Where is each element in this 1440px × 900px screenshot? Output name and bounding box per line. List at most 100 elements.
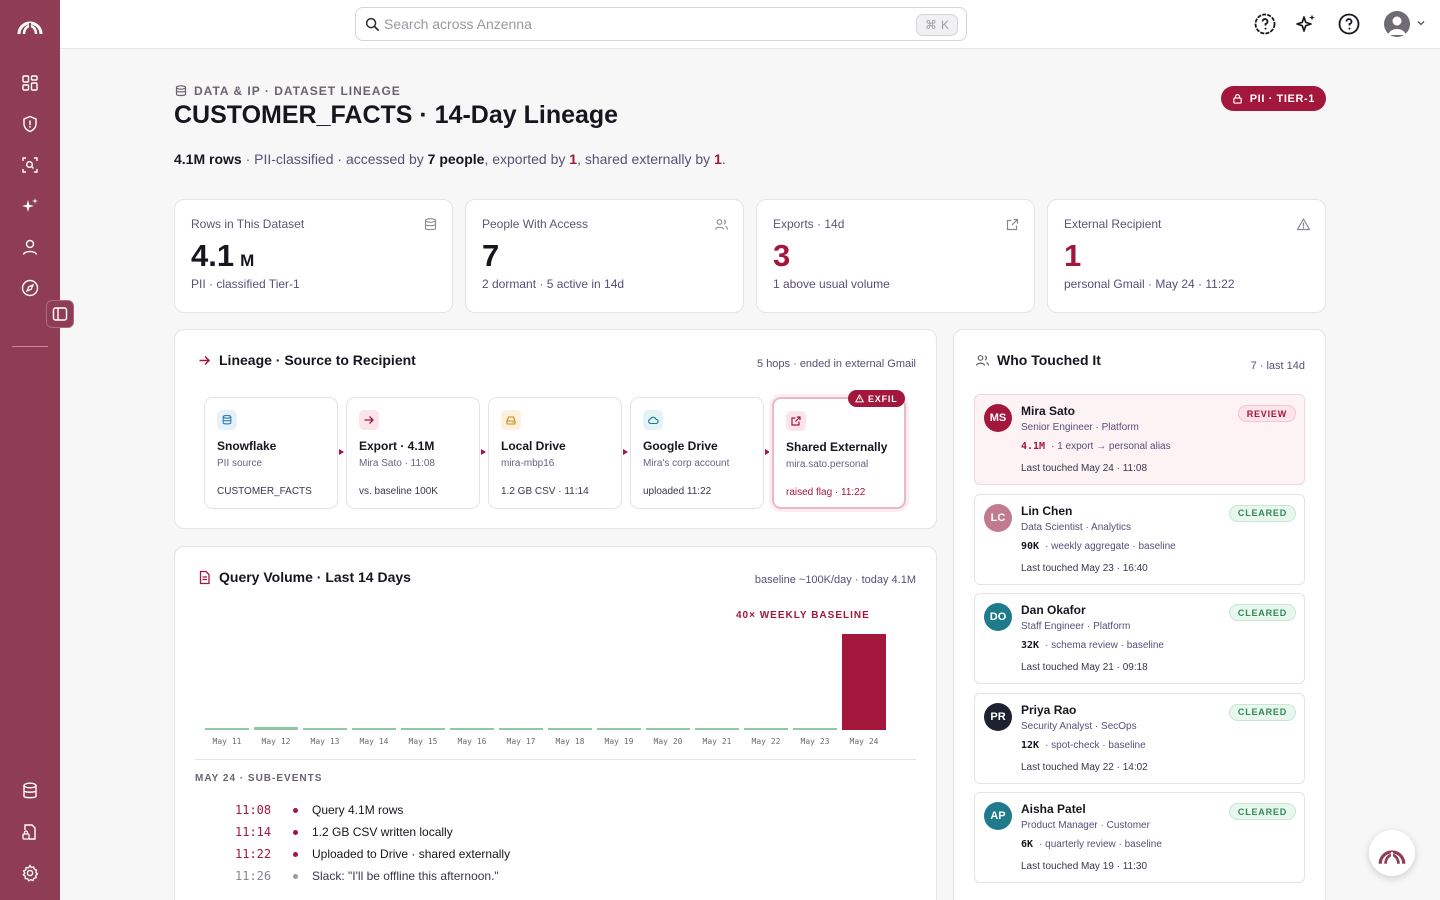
stat-label: Exports · 14d — [773, 217, 845, 231]
sub-event-text: Query 4.1M rows — [312, 803, 404, 817]
chart-bar[interactable] — [646, 728, 690, 730]
database-icon — [175, 85, 187, 97]
chart-bar[interactable] — [352, 728, 396, 730]
lineage-node-snowflake[interactable]: Snowflake PII source CUSTOMER_FACTS — [204, 397, 338, 509]
sub-events-title: MAY 24 · SUB-EVENTS — [195, 773, 323, 784]
node-footer: 1.2 GB CSV · 11:14 — [501, 486, 589, 497]
flow-arrow-icon — [623, 449, 628, 455]
database-icon — [217, 410, 237, 430]
person-card[interactable]: MS Mira Sato Senior Engineer · Platform 4.1… — [974, 394, 1305, 485]
person-card[interactable]: DO Dan Okafor Staff Engineer · Platform 32K… — [974, 593, 1305, 684]
person-last-touched: Last touched May 24 · 11:08 — [1021, 463, 1148, 474]
person-card[interactable]: LC Lin Chen Data Scientist · Analytics 90K ·… — [974, 493, 1305, 585]
person-card[interactable]: PR Priya Rao Security Analyst · SecOps 12K ·… — [974, 692, 1305, 784]
sub-event-text: Uploaded to Drive · shared externally — [312, 847, 511, 861]
anzenna-logo-icon[interactable] — [16, 10, 44, 38]
stat-card-exports[interactable]: Exports · 14d 3 1 above usual volume — [756, 199, 1035, 313]
flow-arrow-icon — [481, 449, 486, 455]
status-badge: CLEARED — [1228, 604, 1296, 621]
help-icon[interactable] — [1337, 12, 1361, 36]
scan-search-icon[interactable] — [20, 155, 40, 175]
chart-bar[interactable] — [254, 727, 298, 730]
person-name[interactable]: Priya Rao — [1021, 703, 1076, 717]
support-icon[interactable] — [1253, 12, 1277, 36]
node-footer: CUSTOMER_FACTS — [217, 486, 312, 497]
node-footer: uploaded 11:22 — [643, 486, 712, 497]
user-icon[interactable] — [20, 237, 40, 257]
lineage-node-google-drive[interactable]: Google Drive Mira's corp account uploade… — [630, 397, 764, 509]
search-input[interactable] — [384, 8, 884, 40]
user-avatar-icon[interactable] — [1384, 11, 1410, 37]
cloud-icon — [643, 410, 663, 430]
chart-bar[interactable] — [205, 728, 249, 730]
chart-bar[interactable] — [695, 728, 739, 730]
stat-value: 4.1 M — [191, 238, 254, 274]
person-name[interactable]: Lin Chen — [1021, 504, 1072, 518]
ai-sparkles-icon[interactable] — [1294, 12, 1318, 36]
sub-event-time: 11:22 — [235, 847, 272, 861]
chevron-down-icon[interactable] — [1415, 16, 1427, 28]
pii-tier-badge-label: PII · TIER-1 — [1249, 92, 1315, 105]
person-activity-detail: · quarterly review · baseline — [1039, 839, 1162, 850]
lineage-title-label: Lineage · Source to Recipient — [219, 352, 416, 368]
lineage-node-export[interactable]: Export · 4.1M Mira Sato · 11:08 vs. base… — [346, 397, 480, 509]
status-badge: CLEARED — [1228, 504, 1296, 522]
panel-left-icon — [52, 307, 68, 321]
sub-event-row: 11:08 Query 4.1M rows — [235, 801, 403, 819]
avatar: DO — [984, 603, 1012, 631]
warning-icon — [855, 394, 864, 403]
dashboard-icon[interactable] — [20, 73, 40, 93]
export-arrow-icon — [359, 410, 379, 430]
lock-file-icon[interactable] — [20, 822, 40, 842]
status-badge: CLEARED — [1228, 703, 1296, 721]
gear-icon[interactable] — [20, 863, 40, 883]
person-role: Staff Engineer · Platform — [1021, 621, 1131, 632]
person-name[interactable]: Dan Okafor — [1021, 603, 1086, 617]
breadcrumb-label[interactable]: DATA & IP · DATASET LINEAGE — [194, 84, 401, 98]
person-rows-metric: 4.1M — [1021, 441, 1046, 452]
sub-event-row: 11:22 Uploaded to Drive · shared external… — [235, 845, 510, 863]
database-icon[interactable] — [20, 781, 40, 801]
stat-card-rows[interactable]: Rows in This Dataset 4.1 M PII · classifi… — [174, 199, 453, 313]
assistant-launcher-button[interactable] — [1369, 830, 1415, 876]
chart-bar[interactable] — [499, 728, 543, 730]
who-touched-card: Who Touched It 7 · last 14d MS Mira Sato S… — [953, 329, 1326, 900]
sub-event-dot — [293, 851, 298, 857]
chart-bar[interactable] — [793, 728, 837, 730]
lineage-meta: 5 hops · ended in external Gmail — [757, 358, 916, 370]
lineage-card: Lineage · Source to Recipient 5 hops · e… — [174, 329, 937, 529]
chart-bar[interactable] — [401, 728, 445, 730]
person-role: Senior Engineer · Platform — [1021, 422, 1139, 433]
external-link-icon — [1006, 218, 1019, 231]
person-activity: 6K · quarterly review · baseline — [1021, 839, 1162, 850]
who-touched-meta: 7 · last 14d — [1250, 360, 1305, 372]
stat-value: 1 — [1064, 238, 1081, 274]
avatar: AP — [984, 802, 1012, 830]
stat-card-external[interactable]: External Recipient 1 personal Gmail · Ma… — [1047, 199, 1326, 313]
who-touched-title-label: Who Touched It — [997, 352, 1101, 368]
chart-x-tick: May 15 — [408, 737, 438, 746]
shield-icon[interactable] — [20, 114, 40, 134]
sparkles-icon[interactable] — [20, 196, 40, 216]
person-name[interactable]: Aisha Patel — [1021, 802, 1086, 816]
chart-bar[interactable] — [842, 634, 886, 730]
lineage-node-local-drive[interactable]: Local Drive mira-mbp16 1.2 GB CSV · 11:1… — [488, 397, 622, 509]
chart-bar[interactable] — [450, 728, 494, 730]
lineage-node-shared-externally[interactable]: Shared Externally mira.sato.personal rai… — [772, 397, 906, 509]
node-subtitle: mira-mbp16 — [501, 458, 555, 469]
person-card[interactable]: AP Aisha Patel Product Manager · Customer 6… — [974, 792, 1305, 883]
person-role: Data Scientist · Analytics — [1021, 521, 1132, 533]
sidebar-toggle-button[interactable] — [46, 300, 74, 328]
stat-card-access[interactable]: People With Access 7 2 dormant · 5 activ… — [465, 199, 744, 313]
command-key-icon: ⌘ — [924, 18, 937, 32]
chart-bar[interactable] — [744, 728, 788, 730]
search-bar[interactable]: ⌘ K — [355, 7, 967, 41]
chart-bar[interactable] — [597, 728, 641, 730]
summary-shared: 1 — [714, 151, 722, 167]
status-badge: REVIEW — [1237, 405, 1296, 422]
chart-bar[interactable] — [548, 728, 592, 730]
chart-bar[interactable] — [303, 728, 347, 730]
chart-x-tick: May 22 — [751, 737, 781, 746]
person-name[interactable]: Mira Sato — [1021, 404, 1075, 418]
compass-icon[interactable] — [20, 278, 40, 298]
